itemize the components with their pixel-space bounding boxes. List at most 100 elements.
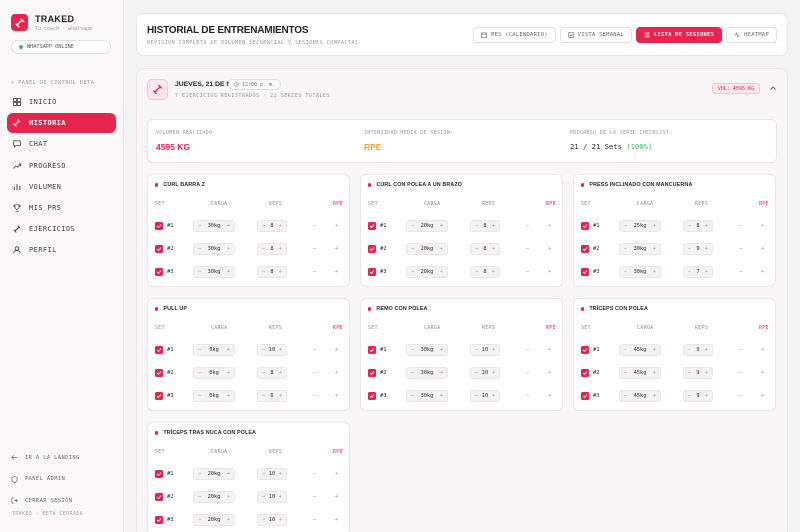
admin-panel-link[interactable]: PANEL ADMIN: [11, 469, 80, 491]
set-done-checkbox[interactable]: [368, 392, 376, 400]
load-decrement-button[interactable]: −: [411, 246, 414, 252]
load-stepper[interactable]: −20kg +: [406, 220, 448, 232]
rpe-decrement-button[interactable]: −: [313, 393, 316, 399]
view-heatmap-button[interactable]: HEATMAP: [726, 27, 777, 43]
reps-stepper[interactable]: −8 +: [470, 220, 500, 232]
load-increment-button[interactable]: +: [440, 347, 443, 353]
reps-stepper[interactable]: −10 +: [470, 344, 500, 356]
set-done-checkbox[interactable]: [581, 268, 589, 276]
reps-increment-button[interactable]: +: [279, 246, 282, 252]
reps-stepper[interactable]: −10 +: [257, 468, 287, 480]
reps-increment-button[interactable]: +: [705, 269, 708, 275]
reps-decrement-button[interactable]: −: [688, 246, 691, 252]
load-stepper[interactable]: −45kg +: [619, 390, 661, 402]
rpe-decrement-button[interactable]: −: [313, 471, 316, 477]
load-increment-button[interactable]: +: [653, 269, 656, 275]
reps-stepper[interactable]: −8 +: [257, 243, 287, 255]
load-stepper[interactable]: −30kg +: [406, 390, 448, 402]
reps-increment-button[interactable]: +: [492, 246, 495, 252]
reps-stepper[interactable]: −9 +: [683, 390, 713, 402]
load-stepper[interactable]: − 0kg +: [193, 390, 235, 402]
load-stepper[interactable]: −45kg +: [619, 367, 661, 379]
reps-increment-button[interactable]: +: [492, 269, 495, 275]
load-decrement-button[interactable]: −: [624, 269, 627, 275]
load-decrement-button[interactable]: −: [198, 223, 201, 229]
load-decrement-button[interactable]: −: [411, 223, 414, 229]
rpe-increment-button[interactable]: +: [761, 347, 764, 353]
rpe-increment-button[interactable]: +: [548, 246, 551, 252]
sidebar-item-perfil[interactable]: PERFIL: [7, 240, 116, 260]
load-decrement-button[interactable]: −: [198, 517, 201, 523]
load-increment-button[interactable]: +: [227, 494, 230, 500]
rpe-decrement-button[interactable]: −: [739, 347, 742, 353]
load-stepper[interactable]: − 0kg +: [193, 344, 235, 356]
rpe-decrement-button[interactable]: −: [739, 246, 742, 252]
rpe-increment-button[interactable]: +: [761, 393, 764, 399]
rpe-increment-button[interactable]: +: [548, 370, 551, 376]
rpe-decrement-button[interactable]: −: [313, 246, 316, 252]
load-stepper[interactable]: −30kg +: [193, 266, 235, 278]
set-done-checkbox[interactable]: [155, 346, 163, 354]
set-done-checkbox[interactable]: [581, 346, 589, 354]
set-done-checkbox[interactable]: [368, 245, 376, 253]
rpe-decrement-button[interactable]: −: [313, 370, 316, 376]
brand[interactable]: TRAKED Tu coach · whatsapp: [11, 14, 92, 32]
set-done-checkbox[interactable]: [155, 245, 163, 253]
load-decrement-button[interactable]: −: [198, 269, 201, 275]
rpe-increment-button[interactable]: +: [335, 246, 338, 252]
rpe-increment-button[interactable]: +: [335, 494, 338, 500]
load-increment-button[interactable]: +: [227, 269, 230, 275]
set-done-checkbox[interactable]: [155, 470, 163, 478]
reps-increment-button[interactable]: +: [492, 347, 495, 353]
set-done-checkbox[interactable]: [581, 369, 589, 377]
load-increment-button[interactable]: +: [227, 223, 230, 229]
set-done-checkbox[interactable]: [155, 516, 163, 524]
load-decrement-button[interactable]: −: [624, 223, 627, 229]
reps-decrement-button[interactable]: −: [688, 223, 691, 229]
reps-decrement-button[interactable]: −: [475, 269, 478, 275]
rpe-decrement-button[interactable]: −: [313, 517, 316, 523]
reps-increment-button[interactable]: +: [279, 393, 282, 399]
load-stepper[interactable]: −30kg +: [406, 344, 448, 356]
load-decrement-button[interactable]: −: [198, 471, 201, 477]
load-increment-button[interactable]: +: [653, 223, 656, 229]
reps-decrement-button[interactable]: −: [688, 347, 691, 353]
reps-increment-button[interactable]: +: [279, 269, 282, 275]
logout-link[interactable]: CERRAR SESIÓN: [11, 490, 80, 512]
load-increment-button[interactable]: +: [653, 246, 656, 252]
load-stepper[interactable]: −30kg +: [193, 220, 235, 232]
reps-stepper[interactable]: −10 +: [470, 367, 500, 379]
reps-decrement-button[interactable]: −: [262, 494, 265, 500]
load-increment-button[interactable]: +: [440, 393, 443, 399]
set-done-checkbox[interactable]: [368, 268, 376, 276]
chevron-up-icon[interactable]: [769, 84, 777, 92]
rpe-decrement-button[interactable]: −: [526, 223, 529, 229]
sidebar-item-historia[interactable]: HISTORIA: [7, 113, 116, 134]
sidebar-item-inicio[interactable]: INICIO: [7, 92, 116, 112]
reps-decrement-button[interactable]: −: [262, 246, 265, 252]
load-decrement-button[interactable]: −: [624, 246, 627, 252]
load-increment-button[interactable]: +: [440, 223, 443, 229]
load-increment-button[interactable]: +: [227, 370, 230, 376]
load-decrement-button[interactable]: −: [624, 370, 627, 376]
landing-link[interactable]: IR A LA LANDING: [11, 447, 80, 469]
reps-increment-button[interactable]: +: [279, 517, 282, 523]
reps-stepper[interactable]: −10 +: [470, 390, 500, 402]
load-increment-button[interactable]: +: [653, 393, 656, 399]
set-done-checkbox[interactable]: [368, 369, 376, 377]
load-increment-button[interactable]: +: [227, 246, 230, 252]
reps-decrement-button[interactable]: −: [475, 370, 478, 376]
reps-decrement-button[interactable]: −: [475, 347, 478, 353]
load-stepper[interactable]: −20kg +: [193, 468, 235, 480]
reps-increment-button[interactable]: +: [705, 347, 708, 353]
load-decrement-button[interactable]: −: [624, 393, 627, 399]
rpe-decrement-button[interactable]: −: [526, 393, 529, 399]
sidebar-item-volumen[interactable]: VOLUMEN: [7, 177, 116, 197]
rpe-increment-button[interactable]: +: [761, 370, 764, 376]
reps-increment-button[interactable]: +: [279, 494, 282, 500]
reps-decrement-button[interactable]: −: [262, 393, 265, 399]
reps-decrement-button[interactable]: −: [688, 269, 691, 275]
rpe-decrement-button[interactable]: −: [526, 347, 529, 353]
load-increment-button[interactable]: +: [227, 471, 230, 477]
reps-stepper[interactable]: −7 +: [683, 266, 713, 278]
